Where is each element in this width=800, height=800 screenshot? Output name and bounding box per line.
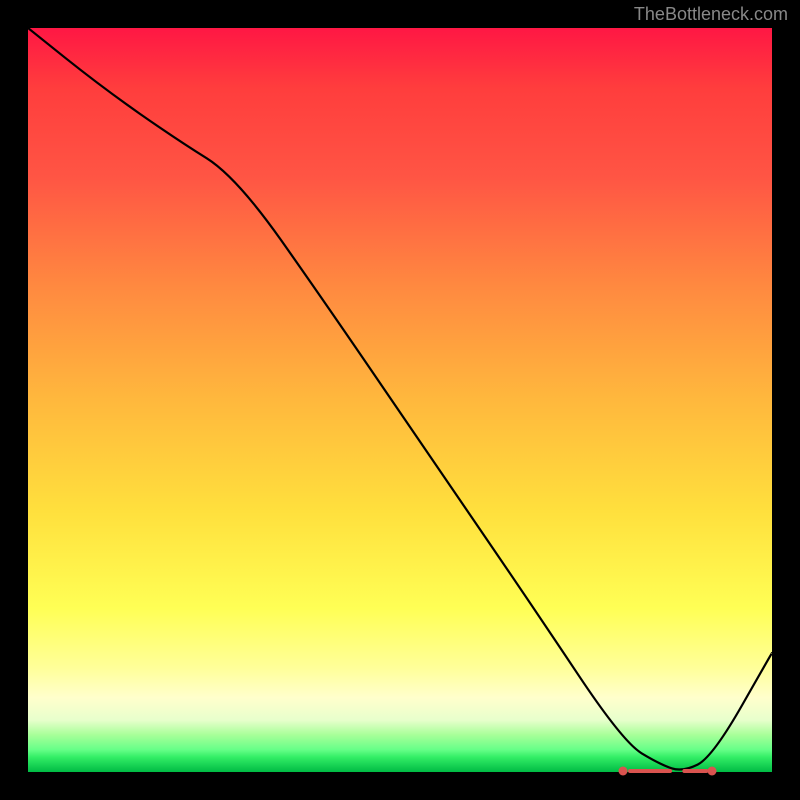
optimal-range-dash <box>683 769 708 773</box>
watermark-text: TheBottleneck.com <box>634 4 788 25</box>
optimal-range-dash <box>628 769 672 773</box>
optimal-range-markers <box>28 28 772 772</box>
chart-plot-area <box>28 28 772 772</box>
optimal-range-endpoint <box>619 766 628 775</box>
optimal-range-endpoint <box>708 766 717 775</box>
